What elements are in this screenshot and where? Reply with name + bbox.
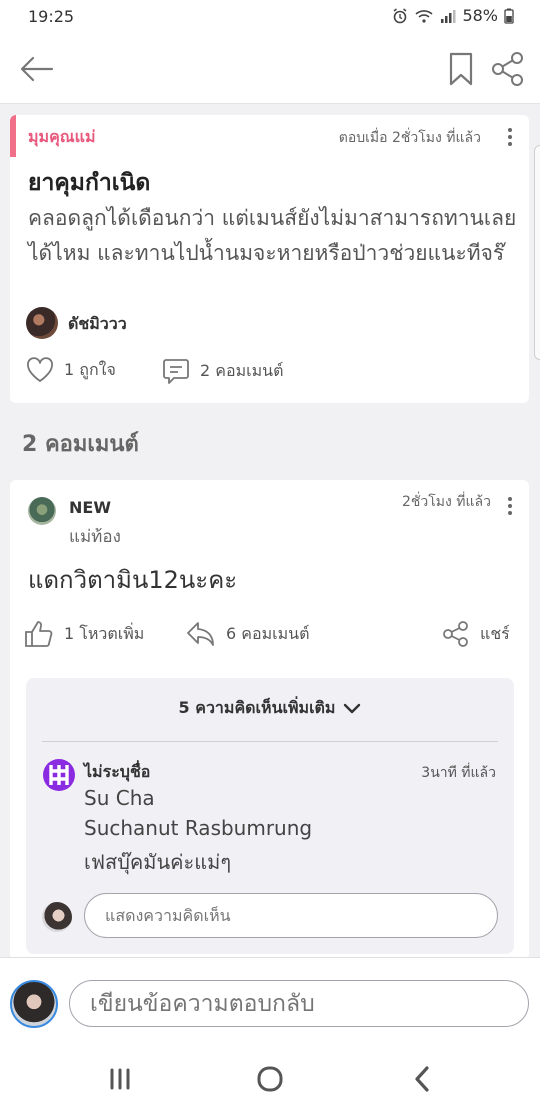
chevron-down-icon <box>344 703 361 713</box>
reply-input[interactable] <box>84 893 498 938</box>
comment-button[interactable]: 2 คอมเมนต์ <box>162 357 283 385</box>
bookmark-icon <box>449 52 473 86</box>
post-title: ยาคุมกำเนิด <box>28 170 151 196</box>
chevron-left-icon <box>415 1066 429 1092</box>
status-bar: 19:25 58% <box>0 0 540 34</box>
signal-icon <box>440 8 456 24</box>
share-button[interactable] <box>490 50 526 88</box>
reply-author[interactable]: ไม่ระบุชื่อ <box>84 760 150 785</box>
post-category[interactable]: มุมคุณแม่ <box>28 125 96 150</box>
share-comment-button[interactable]: แชร์ <box>442 620 510 648</box>
divider <box>42 741 498 742</box>
avatar[interactable] <box>28 497 56 525</box>
category-accent <box>10 115 16 157</box>
home-icon <box>257 1066 283 1092</box>
heart-icon <box>27 357 53 382</box>
post-actions: 1 ถูกใจ 2 คอมเมนต์ <box>24 355 514 389</box>
like-button[interactable]: 1 ถูกใจ <box>26 357 116 383</box>
reply-thread: 5 ความคิดเห็นเพิ่มเติม ไม่ระบุชื่อ 3นาที… <box>26 678 514 954</box>
reply-line: Suchanut Rasbumrung <box>84 816 313 840</box>
bookmark-button[interactable] <box>446 50 476 88</box>
vote-count: 1 โหวตเพิ่ม <box>64 623 145 643</box>
compose-input[interactable] <box>69 980 529 1027</box>
share-label: แชร์ <box>480 623 510 643</box>
like-count: 1 ถูกใจ <box>64 359 116 379</box>
comment-more-button[interactable] <box>500 492 520 520</box>
post-card: มุมคุณแม่ ตอบเมื่อ 2ชั่วโมง ที่แล้ว ยาคุ… <box>10 115 529 403</box>
comment-time: 2ชั่วโมง ที่แล้ว <box>402 494 491 510</box>
recents-button[interactable] <box>100 1061 140 1097</box>
battery-icon <box>504 8 514 24</box>
reply-count: 6 คอมเมนต์ <box>226 623 310 643</box>
comments-header: 2 คอมเมนต์ <box>22 432 139 457</box>
commenter-name[interactable]: NEW <box>69 498 111 517</box>
reply-time: 3นาที ที่แล้ว <box>421 765 496 781</box>
system-nav-bar <box>0 1047 540 1110</box>
reply-line: เฟสบุ๊คมันค่ะแม่ๆ <box>84 850 232 874</box>
more-vertical-icon <box>508 128 512 132</box>
avatar[interactable] <box>42 758 76 792</box>
home-button[interactable] <box>250 1061 290 1097</box>
share-icon <box>443 621 468 647</box>
wifi-icon <box>414 8 434 24</box>
status-icons: 58% <box>392 6 514 25</box>
compose-bar <box>0 957 540 1047</box>
reply-line: Su Cha <box>84 786 155 810</box>
avatar[interactable] <box>26 307 58 339</box>
comment-icon <box>163 359 189 384</box>
app-bar <box>0 34 540 104</box>
recents-icon <box>110 1068 130 1090</box>
scrollbar[interactable] <box>534 145 540 360</box>
more-replies-button[interactable]: 5 ความคิดเห็นเพิ่มเติม <box>26 696 514 721</box>
comment-card: NEW แม่ท้อง 2ชั่วโมง ที่แล้ว แดกวิตามิน1… <box>10 480 529 960</box>
reply-button[interactable]: 6 คอมเมนต์ <box>186 620 309 648</box>
avatar <box>42 902 72 932</box>
more-vertical-icon <box>508 497 512 501</box>
more-replies-label: 5 ความคิดเห็นเพิ่มเติม <box>178 698 336 717</box>
system-back-button[interactable] <box>402 1061 442 1097</box>
vote-button[interactable]: 1 โหวตเพิ่ม <box>24 620 144 648</box>
comment-body: แดกวิตามิน12นะคะ <box>28 566 238 594</box>
reply-arrow-icon <box>187 622 214 646</box>
post-author[interactable]: ดัชมิววว <box>68 312 127 337</box>
comment-count: 2 คอมเมนต์ <box>200 360 284 380</box>
commenter-role: แม่ท้อง <box>69 527 121 547</box>
post-more-button[interactable] <box>500 123 520 151</box>
post-body: คลอดลูกได้เดือนกว่า แต่เมนส์ยังไม่มาสามา… <box>28 206 517 265</box>
share-icon <box>492 52 523 86</box>
post-time: ตอบเมื่อ 2ชั่วโมง ที่แล้ว <box>338 130 481 146</box>
arrow-left-icon <box>20 56 54 82</box>
battery-level: 58% <box>462 6 498 25</box>
back-button[interactable] <box>18 52 56 86</box>
comment-actions: 1 โหวตเพิ่ม 6 คอมเมนต์ แชร์ <box>24 618 519 652</box>
status-time: 19:25 <box>28 7 75 26</box>
thumbs-up-icon <box>25 621 53 647</box>
alarm-icon <box>392 7 408 24</box>
avatar[interactable] <box>10 980 58 1028</box>
